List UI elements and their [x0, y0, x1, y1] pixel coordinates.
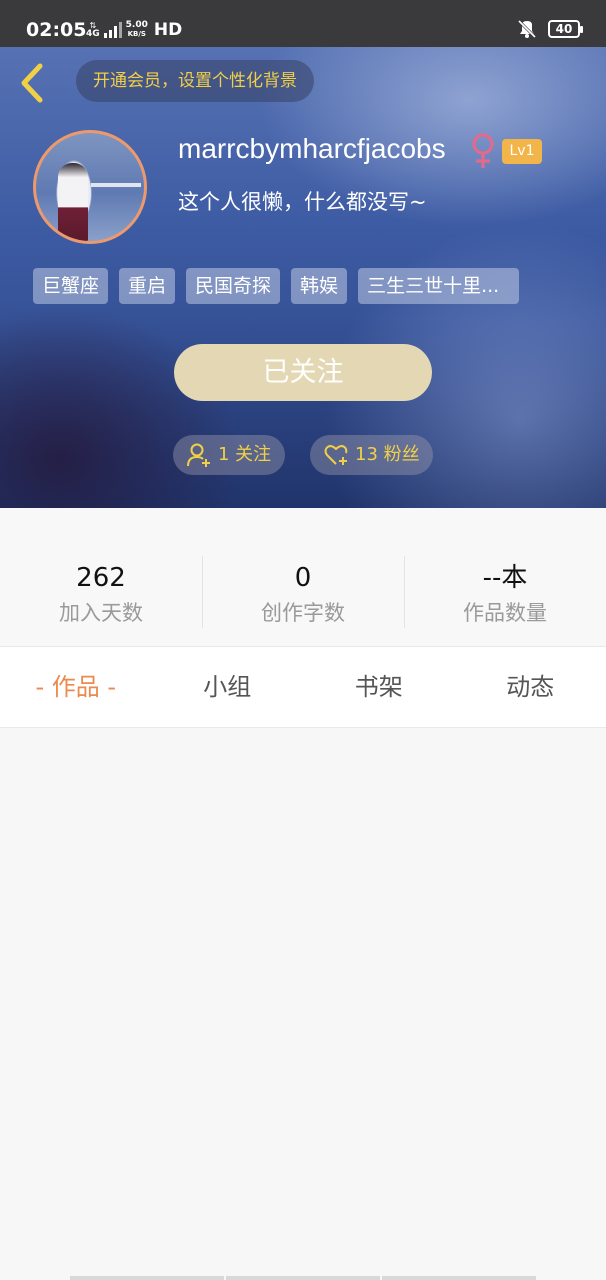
- stat-works-count: --本 作品数量: [404, 508, 606, 646]
- tag-item[interactable]: 三生三世十里...: [358, 268, 520, 304]
- vip-background-prompt[interactable]: 开通会员，设置个性化背景: [76, 60, 314, 102]
- heart-add-icon: [324, 445, 348, 465]
- stat-label: 创作字数: [261, 601, 345, 625]
- tab-content-area: [0, 728, 606, 1280]
- network-indicator: ⇅ 4G 5.00 KB/S HD: [86, 20, 183, 40]
- gesture-bar: [70, 1276, 536, 1280]
- stat-value: --本: [482, 563, 528, 593]
- user-add-icon: [187, 443, 210, 467]
- stat-label: 作品数量: [463, 601, 547, 625]
- status-time: 02:05: [26, 19, 87, 41]
- level-badge: Lv1: [502, 139, 542, 164]
- tag-item[interactable]: 韩娱: [291, 268, 348, 304]
- fans-count: 13 粉丝: [355, 444, 420, 465]
- profile-header: 02:05 ⇅ 4G 5.00 KB/S HD 40 开通会员，设置个性化背景 …: [0, 0, 606, 508]
- following-count-button[interactable]: 1 关注: [173, 435, 285, 475]
- chevron-left-icon[interactable]: [14, 60, 50, 106]
- vibrate-mute-icon: [517, 19, 537, 39]
- following-count: 1 关注: [218, 444, 272, 465]
- user-bio: 这个人很懒，什么都没写~: [178, 190, 427, 214]
- tag-list: 巨蟹座 重启 民国奇探 韩娱 三生三世十里...: [33, 268, 520, 304]
- tab-activity[interactable]: 动态: [455, 647, 606, 727]
- stat-word-count: 0 创作字数: [202, 508, 404, 646]
- stat-value: 262: [76, 563, 126, 593]
- status-bar: 02:05 ⇅ 4G 5.00 KB/S HD 40: [0, 0, 606, 47]
- tag-item[interactable]: 民国奇探: [186, 268, 281, 304]
- follow-button[interactable]: 已关注: [174, 344, 432, 401]
- tag-item[interactable]: 巨蟹座: [33, 268, 109, 304]
- female-icon: [472, 133, 494, 168]
- hd-indicator: HD: [153, 20, 183, 40]
- username: marrcbymharcfjacobs: [178, 133, 446, 164]
- battery-icon: 40: [548, 20, 583, 38]
- stat-value: 0: [294, 563, 312, 593]
- stat-join-days: 262 加入天数: [0, 508, 202, 646]
- fans-count-button[interactable]: 13 粉丝: [310, 435, 433, 475]
- avatar[interactable]: [33, 130, 147, 244]
- signal-icon: [103, 22, 122, 38]
- tab-works[interactable]: - 作品 -: [0, 647, 152, 727]
- profile-tabs: - 作品 - 小组 书架 动态: [0, 646, 606, 728]
- tab-groups[interactable]: 小组: [152, 647, 304, 727]
- profile-stats: 262 加入天数 0 创作字数 --本 作品数量: [0, 508, 606, 646]
- network-speed: 5.00 KB/S: [125, 20, 148, 39]
- tag-item[interactable]: 重启: [119, 268, 176, 304]
- tab-bookshelf[interactable]: 书架: [303, 647, 455, 727]
- network-type: 4G: [86, 29, 100, 39]
- stat-label: 加入天数: [59, 601, 143, 625]
